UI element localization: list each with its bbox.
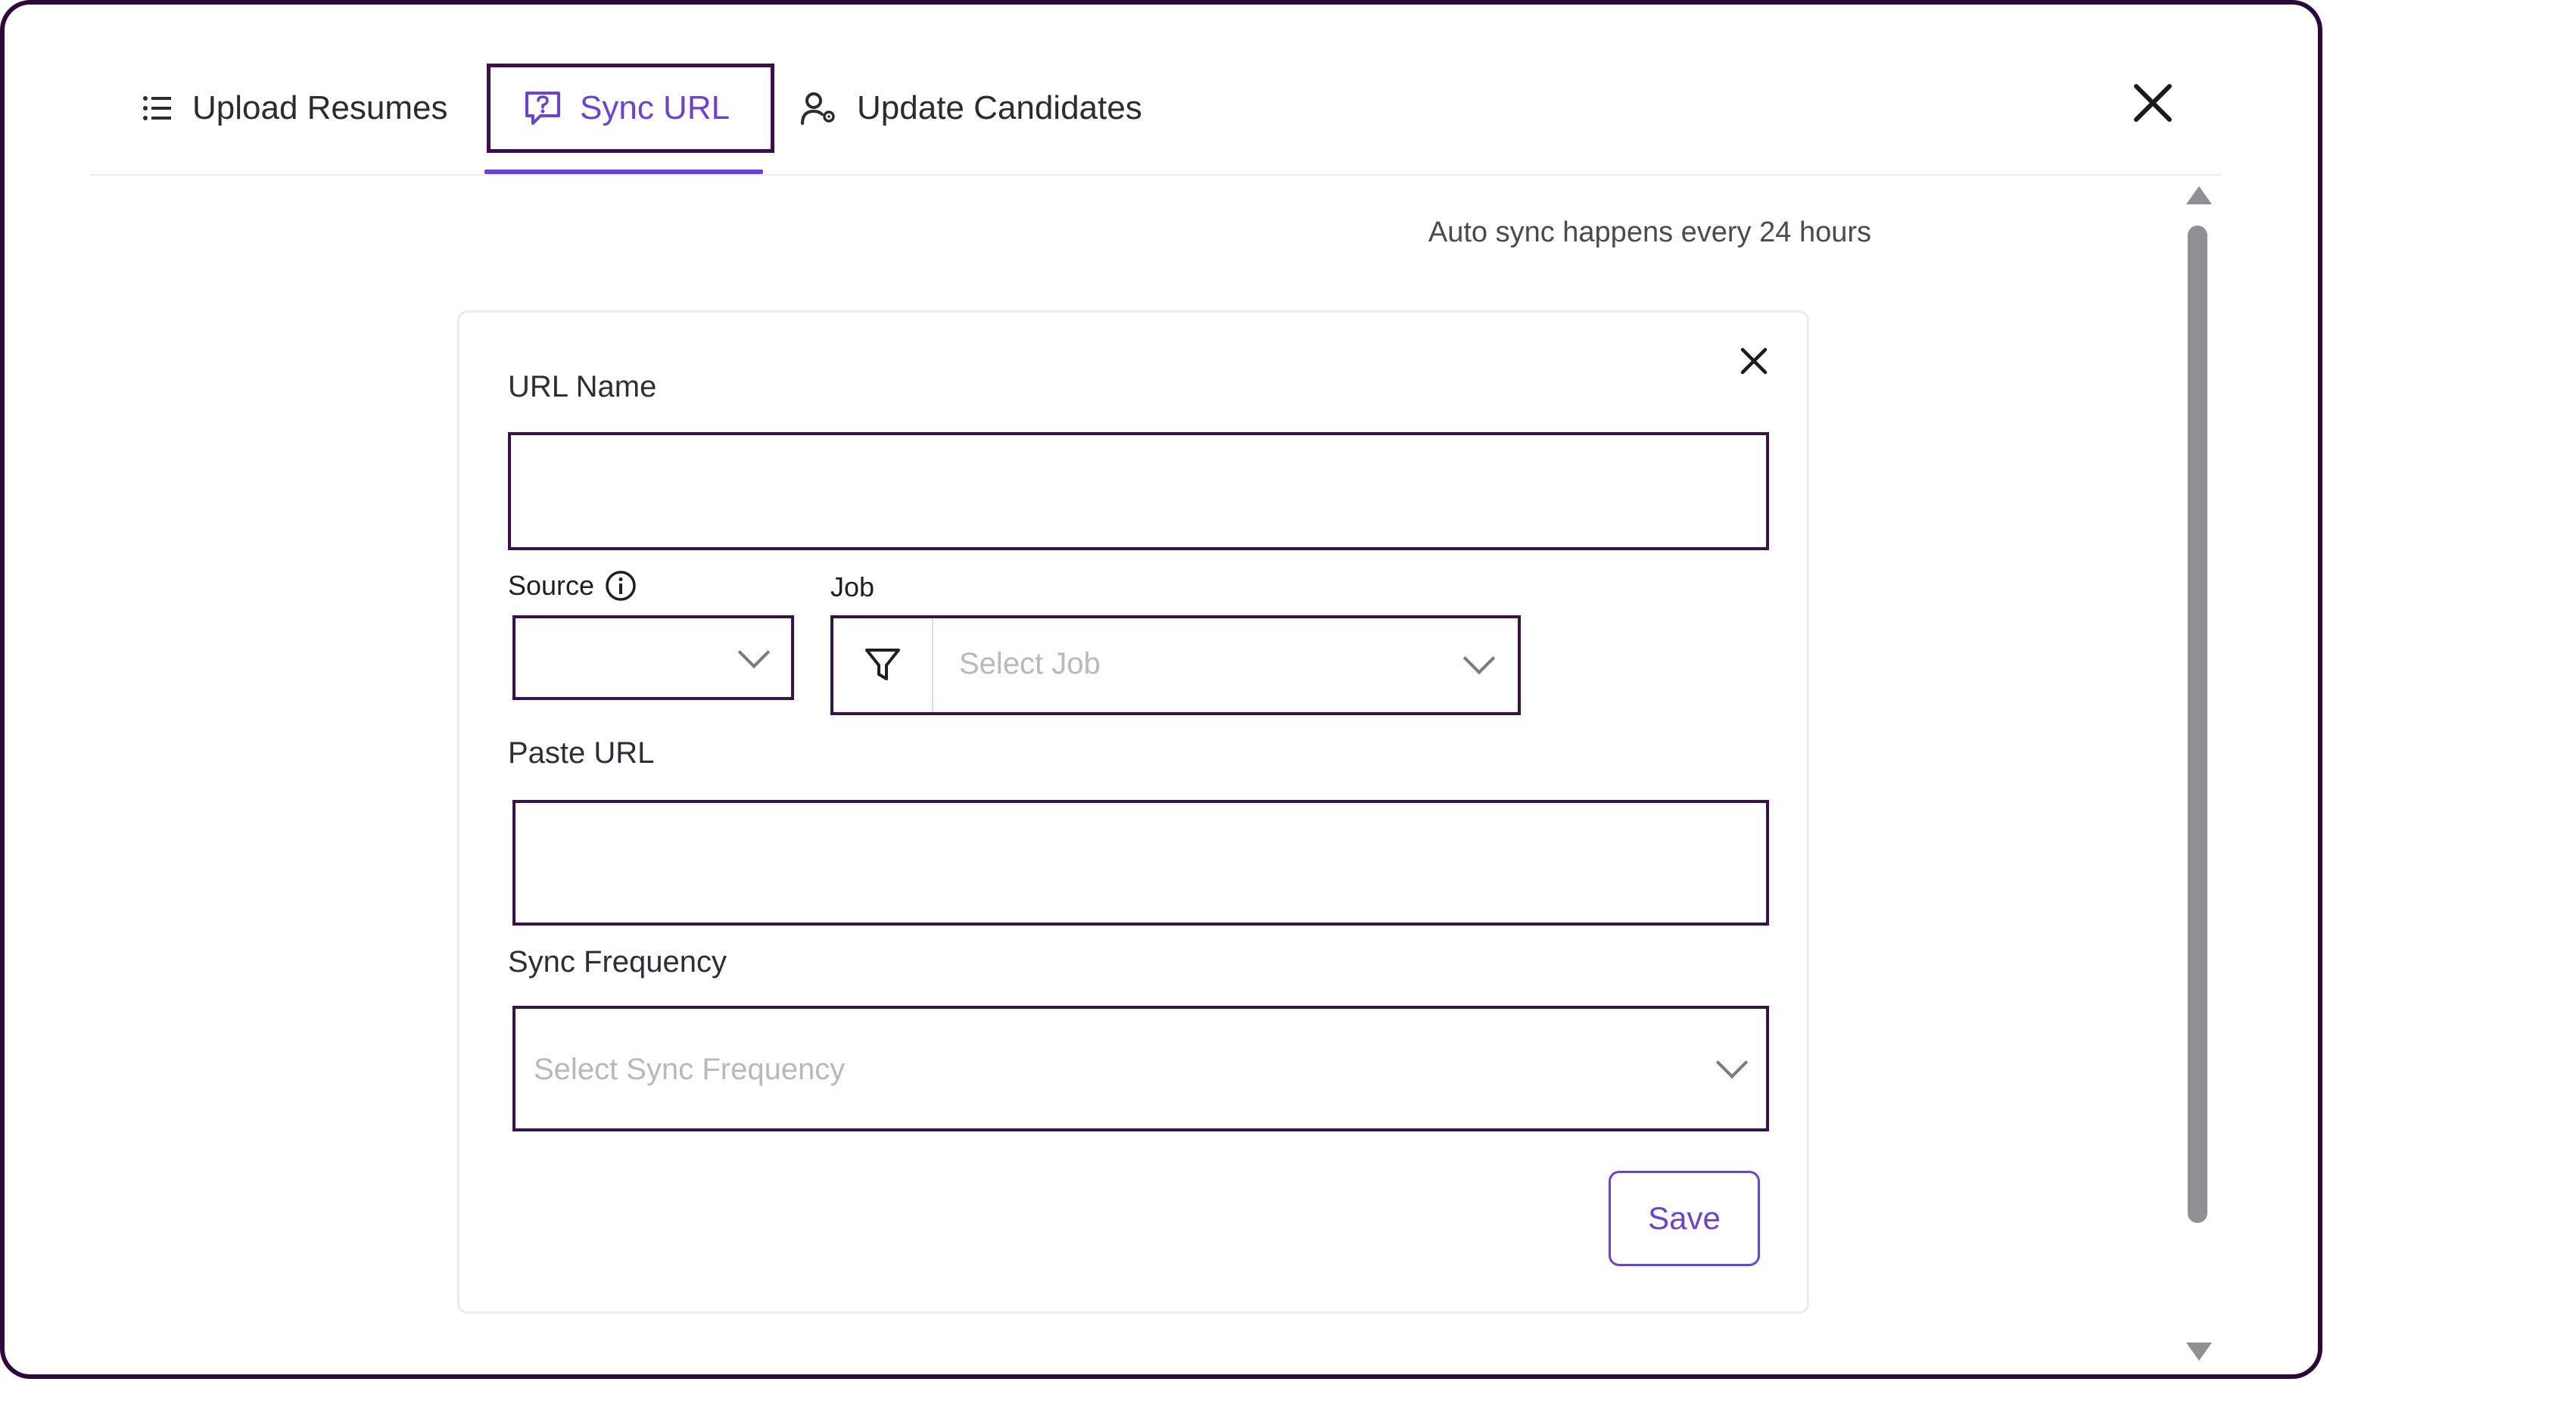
paste-url-input[interactable]: [512, 800, 1769, 926]
job-placeholder: Select Job: [959, 647, 1101, 680]
paste-url-label: Paste URL: [508, 736, 655, 770]
source-dropdown[interactable]: [512, 615, 794, 700]
url-name-input[interactable]: [508, 432, 1769, 550]
upload-modal: Upload Resumes Sync URL Update Candidate…: [0, 0, 2322, 1379]
job-filter-button[interactable]: [833, 618, 933, 712]
source-label-group: Source: [508, 570, 637, 602]
scroll-down-arrow-icon[interactable]: [2186, 1343, 2212, 1361]
chevron-down-icon: [737, 636, 771, 669]
tab-sync-url[interactable]: Sync URL: [487, 64, 774, 153]
scroll-up-arrow-icon[interactable]: [2186, 186, 2212, 204]
tab-update-candidates[interactable]: Update Candidates: [801, 64, 1142, 153]
sync-frequency-dropdown[interactable]: Select Sync Frequency: [512, 1006, 1769, 1131]
info-icon[interactable]: [605, 570, 637, 602]
sync-frequency-placeholder: Select Sync Frequency: [534, 1053, 846, 1086]
scrollbar[interactable]: [2182, 186, 2212, 1367]
auto-sync-note: Auto sync happens every 24 hours: [1428, 216, 1871, 248]
active-tab-indicator: [484, 170, 763, 174]
chevron-down-icon: [1715, 1046, 1749, 1079]
url-name-label: URL Name: [508, 370, 657, 403]
sync-url-form-card: URL Name Source Job Select Job Paste URL…: [457, 310, 1809, 1314]
tab-update-label: Update Candidates: [857, 89, 1142, 126]
tab-sync-label: Sync URL: [580, 89, 730, 126]
save-button[interactable]: Save: [1609, 1171, 1760, 1266]
close-form-icon[interactable]: [1739, 346, 1769, 376]
list-icon: [143, 96, 171, 120]
tab-bar: Upload Resumes Sync URL Update Candidate…: [89, 58, 2221, 176]
scrollbar-thumb[interactable]: [2188, 226, 2207, 1223]
filter-icon: [865, 649, 900, 680]
tab-upload-label: Upload Resumes: [192, 89, 448, 126]
user-settings-icon: [801, 92, 835, 125]
chevron-down-icon: [1462, 642, 1496, 675]
close-modal-icon[interactable]: [2130, 80, 2176, 126]
question-chat-icon: [525, 92, 560, 125]
job-dropdown[interactable]: Select Job: [830, 615, 1521, 715]
tab-upload-resumes[interactable]: Upload Resumes: [142, 64, 448, 153]
job-label: Job: [830, 571, 875, 602]
sync-frequency-label: Sync Frequency: [508, 945, 727, 979]
source-label: Source: [508, 570, 595, 601]
